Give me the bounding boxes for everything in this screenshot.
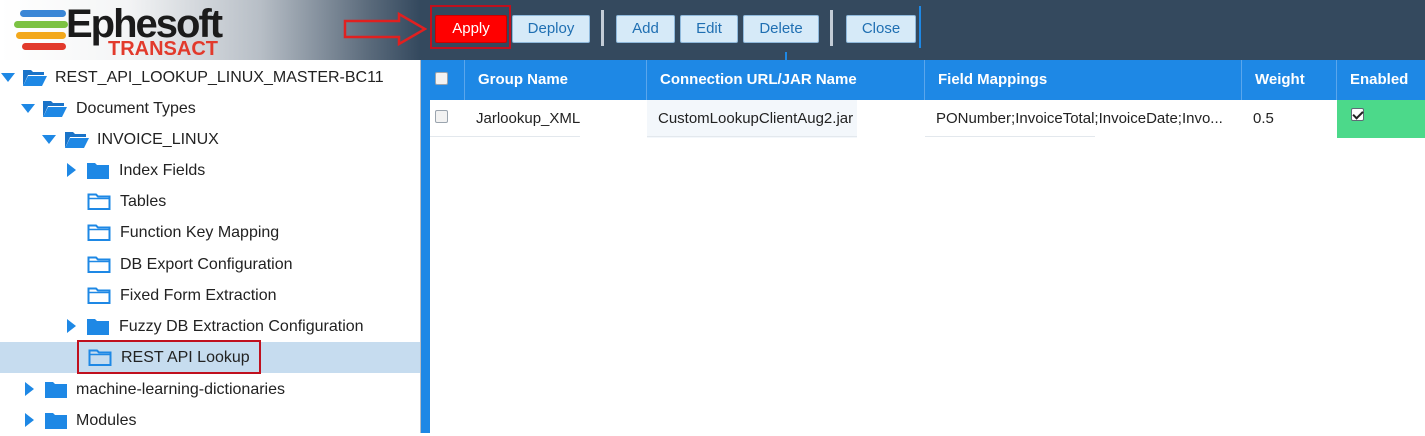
collapse-arrow-icon[interactable] [67, 163, 76, 177]
folder-icon [87, 163, 109, 179]
folder-icon [45, 382, 67, 398]
tree-node-label: Fixed Form Extraction [120, 287, 277, 304]
tree-node-root[interactable]: REST_API_LOOKUP_LINUX_MASTER-BC11 [0, 62, 420, 93]
folder-open-icon [23, 70, 47, 86]
tree-node-function-key-mapping[interactable]: Function Key Mapping [0, 217, 420, 248]
add-button[interactable]: Add [616, 15, 675, 43]
folder-open-icon [65, 132, 89, 148]
folder-open-icon [43, 101, 67, 117]
cell-field-mappings[interactable]: PONumber;InvoiceTotal;InvoiceDate;Invo..… [925, 100, 1242, 138]
enabled-checkbox[interactable] [1351, 108, 1364, 121]
expand-arrow-icon[interactable] [21, 104, 35, 113]
tree-node-index-fields[interactable]: Index Fields [0, 155, 420, 186]
tree-node-label: Tables [120, 193, 167, 210]
column-header-connection[interactable]: Connection URL/JAR Name [647, 60, 925, 100]
column-header-group-name[interactable]: Group Name [465, 60, 647, 100]
tree-node-label: Document Types [76, 100, 196, 117]
folder-outline-icon [87, 256, 111, 273]
folder-icon [45, 413, 67, 429]
cell-enabled[interactable] [1337, 100, 1425, 138]
tree-node-label: Function Key Mapping [120, 224, 280, 241]
expand-arrow-icon[interactable] [1, 73, 15, 82]
row-divider [430, 136, 580, 137]
toolbar-divider [601, 10, 604, 46]
column-header-enabled[interactable]: Enabled [1337, 60, 1425, 100]
row-checkbox[interactable] [435, 110, 448, 123]
lookup-grid-panel: Group Name Connection URL/JAR Name Field… [421, 60, 1425, 433]
tree-node-label: Index Fields [119, 162, 206, 179]
select-all-cell [430, 60, 465, 100]
tree-node-label: Fuzzy DB Extraction Configuration [119, 318, 364, 335]
collapse-arrow-icon[interactable] [25, 382, 34, 396]
tree-node-label: DB Export Configuration [120, 256, 293, 273]
deploy-button[interactable]: Deploy [512, 15, 590, 43]
tree-node-machine-learning-dictionaries[interactable]: machine-learning-dictionaries [0, 374, 420, 405]
edit-button[interactable]: Edit [680, 15, 738, 43]
tree-node-document-types[interactable]: Document Types [0, 93, 420, 124]
apply-button[interactable]: Apply [435, 15, 507, 43]
column-header-field-mappings[interactable]: Field Mappings [925, 60, 1242, 100]
tree-node-modules[interactable]: Modules [0, 405, 420, 436]
panel-border [421, 60, 430, 433]
tree-node-db-export-configuration[interactable]: DB Export Configuration [0, 249, 420, 280]
folder-icon [87, 319, 109, 335]
cell-group-name[interactable]: Jarlookup_XML [465, 100, 647, 138]
folder-outline-icon [87, 224, 111, 241]
tree-node-label: machine-learning-dictionaries [76, 381, 285, 398]
tree-node-fixed-form-extraction[interactable]: Fixed Form Extraction [0, 280, 420, 311]
tree-node-label: REST_API_LOOKUP_LINUX_MASTER-BC11 [55, 69, 384, 86]
toolbar-divider [830, 10, 833, 46]
navigation-tree: REST_API_LOOKUP_LINUX_MASTER-BC11 Docume… [0, 60, 421, 433]
close-button[interactable]: Close [846, 15, 916, 43]
tree-node-label: INVOICE_LINUX [97, 131, 219, 148]
cell-weight[interactable]: 0.5 [1242, 100, 1337, 138]
tree-node-label: Modules [76, 412, 137, 429]
cell-connection[interactable]: CustomLookupClientAug2.jar [647, 100, 857, 138]
logo-stripes-icon [14, 8, 74, 52]
table-row[interactable]: Jarlookup_XML CustomLookupClientAug2.jar… [430, 100, 1425, 138]
column-header-weight[interactable]: Weight [1242, 60, 1337, 100]
folder-outline-icon [87, 287, 111, 304]
logo-subtitle: TRANSACT [108, 38, 218, 60]
top-toolbar: Ephesoft TRANSACT Apply Deploy Add Edit … [0, 0, 1425, 60]
row-divider [647, 136, 857, 137]
toolbar-divider [919, 6, 921, 48]
tree-node-tables[interactable]: Tables [0, 186, 420, 217]
grid-header: Group Name Connection URL/JAR Name Field… [430, 60, 1425, 100]
collapse-arrow-icon[interactable] [67, 319, 76, 333]
rest-api-highlight-box [77, 340, 261, 374]
folder-outline-icon [87, 193, 111, 210]
collapse-arrow-icon[interactable] [25, 413, 34, 427]
tree-node-invoice-linux[interactable]: INVOICE_LINUX [0, 124, 420, 155]
row-select-cell [430, 100, 465, 138]
delete-button[interactable]: Delete [743, 15, 819, 43]
expand-arrow-icon[interactable] [42, 135, 56, 144]
row-divider [925, 136, 1095, 137]
select-all-checkbox[interactable] [435, 72, 448, 85]
tree-node-fuzzy-db-extraction-configuration[interactable]: Fuzzy DB Extraction Configuration [0, 311, 420, 342]
resize-tick [785, 52, 787, 60]
red-arrow-icon [343, 12, 427, 46]
